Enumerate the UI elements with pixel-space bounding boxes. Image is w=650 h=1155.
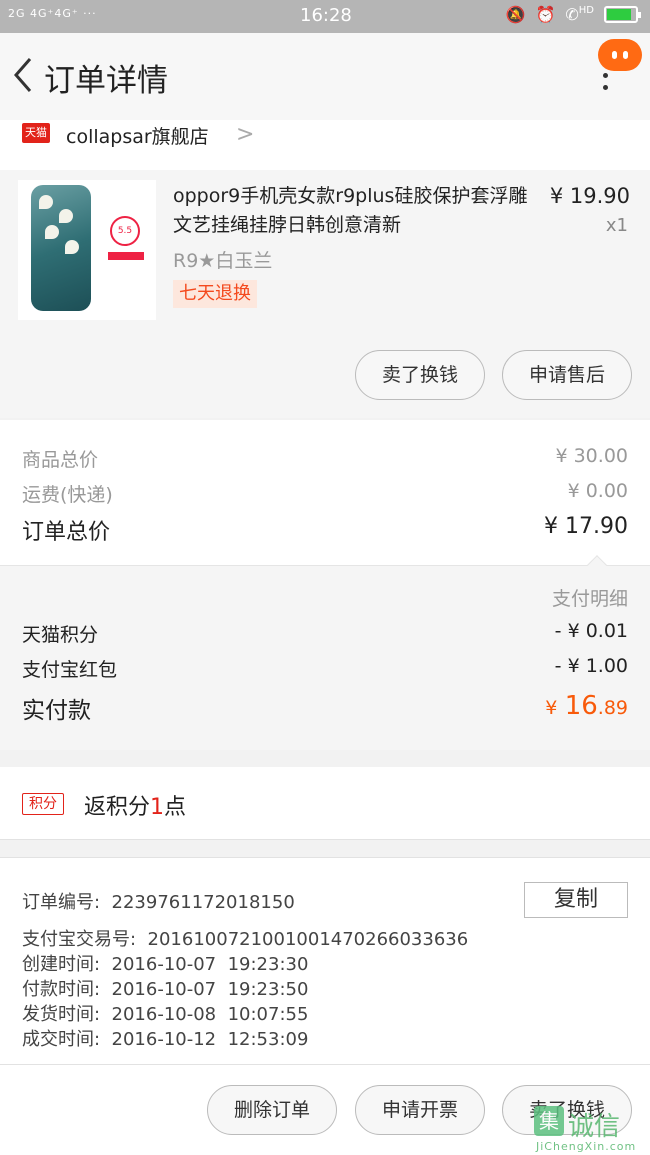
shipping-label: 运费(快递): [22, 484, 113, 506]
shipped-label: 发货时间:: [22, 1004, 101, 1025]
phone-case-image: [31, 185, 91, 311]
created-label: 创建时间:: [22, 954, 101, 975]
points-prefix: 返积分: [84, 795, 151, 820]
points-text: 返积分1点: [84, 789, 186, 821]
goods-total-value: ¥ 30.00: [555, 445, 628, 467]
more-menu-icon[interactable]: [603, 73, 611, 97]
actual-paid-integer: 16: [564, 691, 598, 721]
order-number-row: 订单编号: 2239761172018150: [22, 888, 295, 914]
after-sale-button[interactable]: 申请售后: [502, 350, 632, 400]
request-invoice-button[interactable]: 申请开票: [355, 1085, 485, 1135]
order-total-label: 订单总价: [22, 520, 111, 545]
return-policy-tag: 七天退换: [173, 280, 257, 308]
payment-details: 支付明细 天猫积分 - ¥ 0.01 支付宝红包 - ¥ 1.00 实付款 ¥ …: [0, 555, 650, 750]
alarm-icon: ⏰: [535, 5, 556, 24]
points-suffix: 点: [164, 795, 187, 820]
points-badge: 积分: [22, 793, 64, 815]
completed-label: 成交时间:: [22, 1029, 101, 1050]
product-title[interactable]: oppor9手机壳女款r9plus硅胶保护套浮雕文艺挂绳挂脖日韩创意清新: [173, 182, 533, 240]
hd-call-icon: ✆HD: [565, 5, 594, 24]
alipay-redpacket-label: 支付宝红包: [22, 659, 118, 681]
completed-time-row: 成交时间: 2016-10-12 12:53:09: [22, 1025, 308, 1051]
watermark-logo: 集: [534, 1106, 564, 1136]
battery-icon: [604, 6, 641, 23]
assistant-icon[interactable]: [598, 39, 642, 71]
paid-time-row: 付款时间: 2016-10-07 19:23:50: [22, 975, 308, 1001]
completed-time: 2016-10-12 12:53:09: [111, 1029, 309, 1050]
product-price: ¥ 19.90: [549, 184, 630, 208]
paid-time: 2016-10-07 19:23:50: [111, 979, 309, 1000]
chevron-right-icon: >: [236, 122, 255, 147]
product-sku: R9★白玉兰: [173, 250, 273, 272]
created-time-row: 创建时间: 2016-10-07 19:23:30: [22, 950, 308, 976]
paid-label: 付款时间:: [22, 979, 101, 1000]
alipay-redpacket-value: - ¥ 1.00: [554, 655, 628, 677]
copy-button[interactable]: 复制: [524, 882, 628, 918]
watermark-domain: JiChengXin.com: [536, 1140, 637, 1153]
shipping-value: ¥ 0.00: [567, 480, 628, 502]
page-title: 订单详情: [44, 63, 168, 99]
delete-order-button[interactable]: 删除订单: [207, 1085, 337, 1135]
actual-paid-label: 实付款: [22, 698, 91, 724]
alipay-number-label: 支付宝交易号:: [22, 929, 137, 950]
bell-off-icon: 🔕: [505, 5, 526, 24]
hd-label: HD: [578, 5, 594, 16]
back-arrow-icon[interactable]: [10, 55, 36, 95]
tmall-points-label: 天猫积分: [22, 624, 99, 646]
status-icons: 🔕 ⏰ ✆HD: [505, 5, 641, 24]
product-quantity: x1: [605, 215, 628, 236]
actual-paid-decimal: .89: [597, 697, 628, 719]
watermark-text: 诚信: [568, 1112, 621, 1142]
alipay-number: 2016100721001001470266033636: [147, 929, 469, 950]
payment-details-label: 支付明细: [551, 588, 628, 610]
goods-total-label: 商品总价: [22, 449, 99, 471]
points-reward: 积分 返积分1点: [0, 767, 650, 840]
tmall-badge: 天猫: [22, 123, 50, 143]
points-number: 1: [150, 795, 165, 820]
store-name[interactable]: collapsar旗舰店: [66, 122, 209, 149]
created-time: 2016-10-07 19:23:30: [111, 954, 309, 975]
actual-paid-value: ¥ 16.89: [545, 691, 628, 721]
product-thumbnail[interactable]: 5.5: [18, 180, 156, 320]
order-number: 2239761172018150: [111, 892, 295, 913]
shipped-time: 2016-10-08 10:07:55: [111, 1004, 309, 1025]
clock: 16:28: [300, 5, 352, 26]
network-indicator: 2G 4G⁺4G⁺ ···: [8, 7, 97, 20]
alipay-number-row: 支付宝交易号: 2016100721001001470266033636: [22, 925, 468, 951]
tmall-points-value: - ¥ 0.01: [554, 620, 628, 642]
store-row[interactable]: 天猫 collapsar旗舰店 >: [0, 120, 650, 170]
status-bar: 2G 4G⁺4G⁺ ··· 16:28 🔕 ⏰ ✆HD: [0, 0, 650, 33]
order-total-value: ¥ 17.90: [544, 514, 628, 539]
navigation-bar: 订单详情: [0, 33, 650, 120]
watermark: 集 诚信 JiChengXin.com: [530, 1104, 648, 1154]
sell-for-cash-button[interactable]: 卖了换钱: [355, 350, 485, 400]
order-number-label: 订单编号:: [22, 892, 101, 913]
order-info: 订单编号: 2239761172018150 复制 支付宝交易号: 201610…: [0, 857, 650, 1064]
shipped-time-row: 发货时间: 2016-10-08 10:07:55: [22, 1000, 308, 1026]
product-item[interactable]: 5.5 oppor9手机壳女款r9plus硅胶保护套浮雕文艺挂绳挂脖日韩创意清新…: [0, 170, 650, 418]
actual-paid-currency: ¥: [545, 697, 558, 719]
screen-size-badge: 5.5: [110, 216, 140, 246]
price-summary: 商品总价 ¥ 30.00 运费(快递) ¥ 0.00 订单总价 ¥ 17.90: [0, 420, 650, 565]
